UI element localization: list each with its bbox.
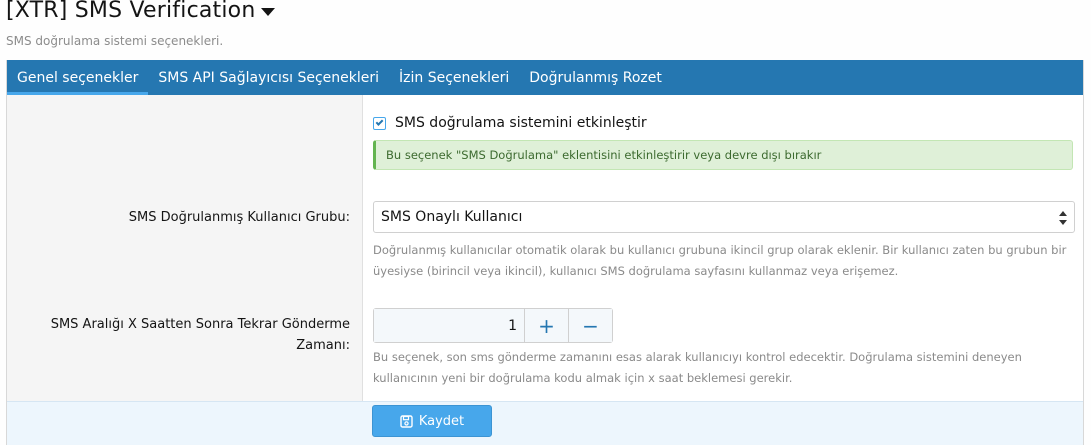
resend-hours-input[interactable]: 1	[374, 309, 524, 342]
floppy-disk-icon	[400, 414, 413, 428]
page-title: [XTR] SMS Verification	[6, 0, 256, 23]
save-label: Kaydet	[418, 413, 465, 429]
resend-label-line1: SMS Aralığı X Saatten Sonra Tekrar Gönde…	[50, 317, 350, 332]
group-explain: Doğrulanmış kullanıcılar otomatik olarak…	[373, 240, 1073, 282]
tab-permissions[interactable]: İzin Seçenekleri	[389, 60, 519, 95]
enable-option[interactable]: SMS doğrulama sistemini etkinleştir	[373, 115, 647, 131]
user-group-select[interactable]: SMS Onaylı Kullanıcı	[373, 201, 1075, 233]
group-explain-line1: Doğrulanmış kullanıcılar otomatik olarak…	[373, 243, 1067, 257]
resend-explain: Bu seçenek, son sms gönderme zamanını es…	[373, 347, 1073, 389]
tab-general[interactable]: Genel seçenekler	[7, 60, 149, 95]
enable-hint: Bu seçenek "SMS Doğrulama" eklentisini e…	[373, 140, 1073, 170]
page-subtitle: SMS doğrulama sistemi seçenekleri.	[6, 34, 224, 48]
decrement-button[interactable]: −	[568, 309, 612, 342]
caret-down-icon[interactable]	[261, 7, 276, 16]
enable-checkbox[interactable]	[373, 116, 386, 130]
select-arrows-icon	[1059, 211, 1067, 225]
resend-explain-line1: Bu seçenek, son sms gönderme zamanını es…	[373, 350, 1022, 364]
options-panel: Genel seçenekler SMS API Sağlayıcısı Seç…	[6, 60, 1084, 445]
label-column: SMS Doğrulanmış Kullanıcı Grubu: SMS Ara…	[7, 95, 363, 401]
user-group-selected: SMS Onaylı Kullanıcı	[381, 209, 523, 225]
increment-button[interactable]: +	[524, 309, 568, 342]
tab-verified-badge[interactable]: Doğrulanmış Rozet	[519, 60, 672, 95]
group-label: SMS Doğrulanmış Kullanıcı Grubu:	[128, 210, 350, 225]
resend-label: SMS Aralığı X Saatten Sonra Tekrar Gönde…	[51, 314, 350, 356]
page-title-row[interactable]: [XTR] SMS Verification	[6, 0, 276, 23]
form-body: SMS Doğrulanmış Kullanıcı Grubu: SMS Ara…	[7, 95, 1083, 401]
check-icon	[375, 118, 384, 126]
enable-label[interactable]: SMS doğrulama sistemini etkinleştir	[395, 115, 647, 131]
resend-explain-line2: kullanıcının yeni bir doğrulama kodu alm…	[373, 371, 793, 385]
tab-bar: Genel seçenekler SMS API Sağlayıcısı Seç…	[7, 60, 1083, 95]
form-footer: Kaydet	[7, 401, 1083, 445]
group-explain-line2: üyesiyse (birincil veya ikincil), kullan…	[373, 264, 899, 278]
resend-hours-stepper: 1 + −	[373, 308, 613, 343]
save-button[interactable]: Kaydet	[372, 405, 492, 437]
resend-label-line2: Zamanı:	[296, 338, 350, 353]
tab-sms-api-provider[interactable]: SMS API Sağlayıcısı Seçenekleri	[148, 60, 389, 95]
